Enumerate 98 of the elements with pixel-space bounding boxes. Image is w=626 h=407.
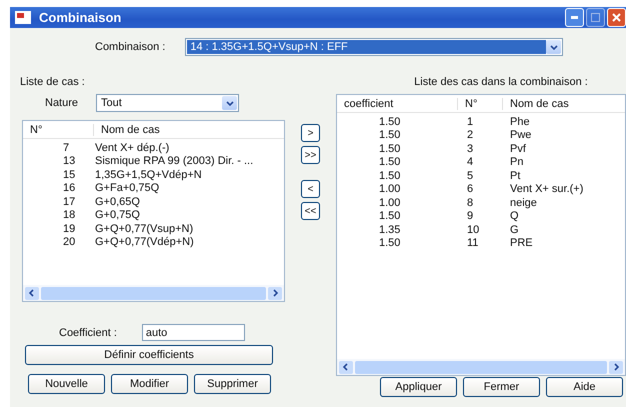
define-coefficients-button[interactable]: Définir coefficients <box>25 345 273 365</box>
case-name: G+Q+0,77(Vdép+N) <box>94 236 195 248</box>
case-number: 16 <box>62 182 76 194</box>
case-row[interactable]: 7 Vent X+ dép.(-) <box>23 141 284 154</box>
case-name: G <box>509 224 520 236</box>
action-button[interactable]: Supprimer <box>194 374 271 394</box>
case-row[interactable]: 16 G+Fa+0,75Q <box>23 182 284 195</box>
case-name: Vent X+ dép.(-) <box>94 142 170 154</box>
combination-row[interactable]: 1.50 9 Q <box>337 210 625 223</box>
case-name: 1,35G+1,5Q+Vdép+N <box>94 168 203 181</box>
coefficient-value: 1.35 <box>378 224 402 236</box>
case-row[interactable]: 19 G+Q+0,77(Vsup+N) <box>23 222 284 236</box>
transfer-button[interactable]: < <box>301 180 320 198</box>
coefficient-label: Coefficient : <box>59 326 117 338</box>
case-number: 19 <box>62 222 76 235</box>
combinaison-label: Combinaison : <box>95 41 166 53</box>
case-name: Sismique RPA 99 (2003) Dir. - ... <box>94 155 254 168</box>
case-name: PRE <box>509 237 534 250</box>
transfer-button[interactable]: > <box>301 124 320 142</box>
case-number: 8 <box>466 196 474 209</box>
case-number: 1 <box>466 116 474 128</box>
close-icon <box>612 13 621 22</box>
column-header[interactable]: Nom de cas <box>93 124 284 136</box>
combination-list-label: Liste des cas dans la combinaison : <box>413 76 589 88</box>
case-list-label: Liste de cas : <box>20 76 86 88</box>
case-number: 18 <box>62 209 76 222</box>
nature-label: Nature <box>45 97 78 109</box>
case-name: Pwe <box>509 129 532 142</box>
combination-row[interactable]: 1.00 8 neige <box>337 196 625 210</box>
combination-row[interactable]: 1.50 4 Pn <box>337 156 625 169</box>
case-name: G+Q+0,77(Vsup+N) <box>94 222 194 235</box>
case-name: Pt <box>509 170 522 182</box>
combination-row[interactable]: 1.50 11 PRE <box>337 236 625 250</box>
coefficient-value: 1.50 <box>378 210 402 222</box>
coefficient-value: 1.50 <box>378 156 402 168</box>
case-number: 9 <box>466 210 474 222</box>
case-number: 5 <box>466 170 474 182</box>
case-name: G+Fa+0,75Q <box>94 182 160 194</box>
coefficient-value: 1.00 <box>378 183 402 196</box>
horizontal-scrollbar[interactable] <box>337 359 625 375</box>
horizontal-scrollbar[interactable] <box>23 285 284 301</box>
action-button[interactable]: Fermer <box>463 377 540 397</box>
transfer-button[interactable]: >> <box>301 146 320 164</box>
case-number: 2 <box>466 129 474 142</box>
case-row[interactable]: 18 G+0,75Q <box>23 208 284 222</box>
maximize-icon <box>591 13 600 22</box>
nature-dropdown[interactable]: Tout <box>96 94 240 112</box>
app-icon <box>15 11 31 24</box>
case-number: 15 <box>62 168 76 181</box>
case-name: Phe <box>509 116 531 128</box>
case-name: Vent X+ sur.(+) <box>509 183 584 196</box>
case-number: 17 <box>62 196 76 208</box>
case-name: neige <box>509 196 538 209</box>
window-title: Combinaison <box>39 10 122 25</box>
case-name: G+0,65Q <box>94 196 141 208</box>
case-number: 20 <box>62 236 76 248</box>
case-row[interactable]: 20 G+Q+0,77(Vdép+N) <box>23 236 284 249</box>
case-number: 6 <box>466 183 474 196</box>
action-button[interactable]: Nouvelle <box>28 374 105 394</box>
case-name: Pn <box>509 156 524 168</box>
minimize-button[interactable] <box>565 8 584 27</box>
case-number: 3 <box>466 142 474 155</box>
case-row[interactable]: 15 1,35G+1,5Q+Vdép+N <box>23 168 284 182</box>
case-number: 7 <box>62 142 70 154</box>
action-button[interactable]: Aide <box>546 377 623 397</box>
coefficient-value: 1.50 <box>378 116 402 128</box>
column-header[interactable]: N° <box>457 98 502 110</box>
column-header[interactable]: coefficient <box>337 98 457 110</box>
case-number: 4 <box>466 156 474 168</box>
column-header[interactable]: N° <box>23 124 93 136</box>
close-button[interactable] <box>607 8 626 27</box>
action-button[interactable]: Appliquer <box>380 377 457 397</box>
case-row[interactable]: 17 G+0,65Q <box>23 195 284 208</box>
action-button[interactable]: Modifier <box>111 374 188 394</box>
maximize-button[interactable] <box>586 8 605 27</box>
case-number: 10 <box>466 224 480 236</box>
combination-row[interactable]: 1.50 2 Pwe <box>337 128 625 142</box>
coefficient-value: 1.50 <box>378 129 402 142</box>
coefficient-value: 1.50 <box>378 142 402 155</box>
combination-row[interactable]: 1.00 6 Vent X+ sur.(+) <box>337 182 625 196</box>
minimize-icon <box>571 16 578 19</box>
transfer-button[interactable]: << <box>301 202 320 220</box>
coefficient-value: 1.50 <box>378 170 402 182</box>
column-header[interactable]: Nom de cas <box>502 98 625 110</box>
coefficient-value: 1.00 <box>378 196 402 209</box>
coefficient-value: 1.50 <box>378 237 402 250</box>
case-number: 11 <box>466 237 480 250</box>
combination-row[interactable]: 1.50 3 Pvf <box>337 142 625 156</box>
combination-row[interactable]: 1.35 10 G <box>337 223 625 236</box>
coefficient-field[interactable]: auto <box>142 324 245 341</box>
case-name: G+0,75Q <box>94 209 141 222</box>
case-row[interactable]: 13 Sismique RPA 99 (2003) Dir. - ... <box>23 154 284 168</box>
case-name: Pvf <box>509 142 527 155</box>
combinaison-dropdown[interactable]: 14 : 1.35G+1.5Q+Vsup+N : EFF <box>185 38 564 56</box>
case-name: Q <box>509 210 520 222</box>
combination-row[interactable]: 1.50 1 Phe <box>337 115 625 128</box>
combination-row[interactable]: 1.50 5 Pt <box>337 169 625 182</box>
case-number: 13 <box>62 155 76 168</box>
